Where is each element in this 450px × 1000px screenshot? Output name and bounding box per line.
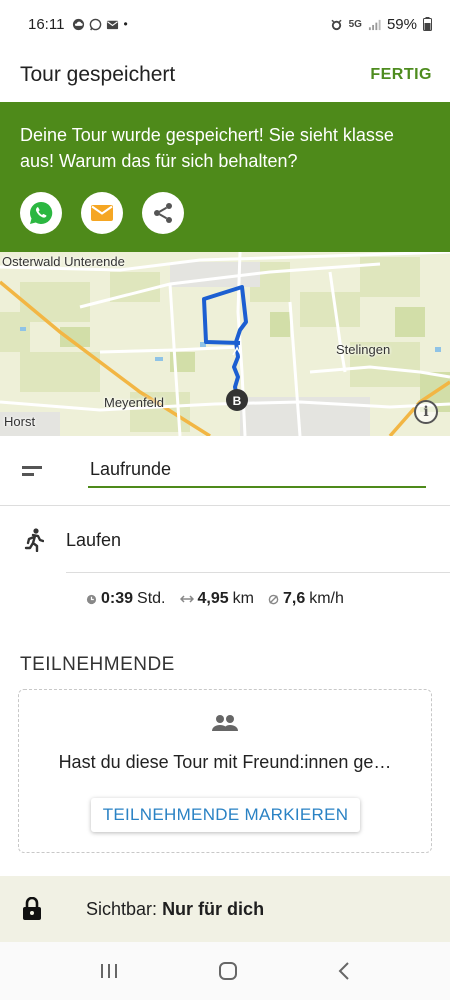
distance-value: 4,95 bbox=[197, 590, 229, 607]
email-share-button[interactable] bbox=[81, 192, 123, 234]
end-marker-label: B bbox=[233, 394, 242, 408]
visibility-label: Sichtbar: bbox=[86, 899, 158, 919]
map-label-stelingen: Stelingen bbox=[336, 342, 391, 357]
distance-stat: 4,95 km bbox=[179, 590, 254, 608]
average-speed-icon bbox=[268, 594, 279, 604]
clock: 16:11 bbox=[28, 15, 65, 33]
distance-icon bbox=[179, 595, 194, 603]
signal-icon bbox=[368, 19, 381, 30]
map-info-icon[interactable]: i bbox=[414, 400, 438, 424]
tag-participants-button[interactable]: TEILNEHMENDE MARKIEREN bbox=[91, 798, 360, 832]
duration-stat: 0:39 Std. bbox=[86, 590, 166, 608]
mail-status-icon bbox=[107, 20, 119, 29]
cloud-icon bbox=[73, 18, 85, 30]
notification-icons: • bbox=[72, 17, 128, 31]
system-nav-bar bbox=[0, 942, 450, 1000]
alarm-icon bbox=[331, 19, 342, 30]
saved-banner: Deine Tour wurde gespeichert! Sie sieht … bbox=[0, 102, 450, 252]
participants-prompt: Hast du diese Tour mit Freund:innen ge… bbox=[58, 752, 392, 772]
tour-stats: 0:39 Std. 4,95 km 7,6 km/h bbox=[86, 590, 352, 608]
map-label-horst: Horst bbox=[4, 414, 36, 429]
back-icon[interactable] bbox=[337, 961, 351, 981]
distance-unit: km bbox=[232, 590, 254, 607]
lock-icon bbox=[23, 897, 41, 920]
network-type: 5G bbox=[348, 18, 362, 30]
tour-name-input[interactable]: Laufrunde bbox=[88, 456, 426, 488]
share-icon bbox=[154, 203, 172, 223]
map-label-osterwald: Osterwald Unterende bbox=[2, 254, 125, 269]
done-button[interactable]: FERTIG bbox=[362, 58, 440, 92]
sport-row[interactable]: Laufen bbox=[0, 507, 450, 573]
whatsapp-share-button[interactable] bbox=[20, 192, 62, 234]
battery-icon bbox=[423, 17, 432, 31]
participants-card: Hast du diese Tour mit Freund:innen ge… … bbox=[18, 689, 432, 853]
status-bar: 16:11 • 5G 59% bbox=[0, 0, 450, 48]
group-icon bbox=[212, 715, 238, 731]
speed-value: 7,6 bbox=[282, 590, 306, 607]
clock-icon bbox=[86, 594, 97, 604]
visibility-row[interactable]: Sichtbar: Nur für dich bbox=[0, 876, 450, 942]
whatsapp-icon bbox=[30, 201, 53, 224]
running-icon bbox=[24, 528, 44, 552]
sport-value: Laufen bbox=[66, 530, 122, 550]
speed-unit: km/h bbox=[309, 590, 344, 607]
page-title: Tour gespeichert bbox=[20, 63, 176, 86]
map-label-meyenfeld: Meyenfeld bbox=[104, 395, 164, 410]
visibility-text: Sichtbar: Nur für dich bbox=[86, 899, 264, 920]
battery-percent: 59% bbox=[386, 15, 417, 33]
more-share-button[interactable] bbox=[142, 192, 184, 234]
saved-message: Deine Tour wurde gespeichert! Sie sieht … bbox=[20, 125, 394, 171]
whatsapp-status-icon bbox=[90, 18, 102, 30]
home-icon[interactable] bbox=[218, 961, 238, 981]
dot-icon: • bbox=[123, 17, 128, 31]
duration-value: 0:39 bbox=[101, 590, 134, 607]
tour-name-row: Laufrunde bbox=[0, 436, 450, 506]
app-bar: Tour gespeichert FERTIG bbox=[0, 48, 450, 102]
visibility-value: Nur für dich bbox=[162, 899, 265, 919]
share-buttons bbox=[20, 192, 430, 234]
recent-apps-icon[interactable] bbox=[99, 962, 119, 980]
duration-unit: Std. bbox=[137, 590, 166, 607]
participants-heading: TEILNEHMENDE bbox=[20, 654, 175, 675]
title-icon bbox=[22, 466, 42, 476]
speed-stat: 7,6 km/h bbox=[268, 590, 344, 608]
email-icon bbox=[91, 205, 113, 221]
route-map[interactable]: B Osterwald Unterende Stelingen Meyenfel… bbox=[0, 252, 450, 436]
